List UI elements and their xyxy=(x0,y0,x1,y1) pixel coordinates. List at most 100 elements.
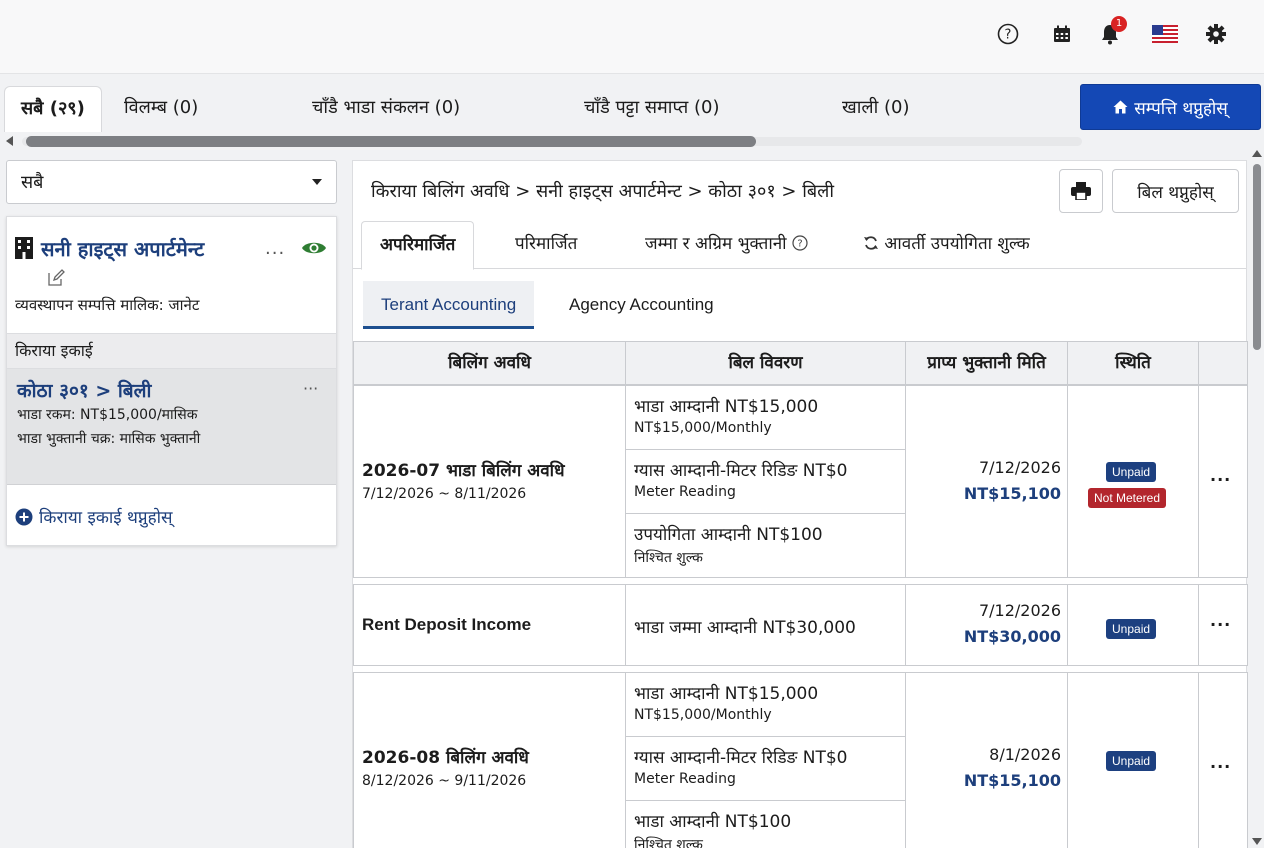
bill-item: ग्यास आम्दानी-मिटर रिडिङ NT$0 Meter Read… xyxy=(626,737,906,801)
calendar-icon[interactable] xyxy=(1048,20,1076,48)
notification-badge: 1 xyxy=(1111,16,1127,32)
bill-item-sub: NT$15,000/Monthly xyxy=(634,707,772,723)
refresh-icon xyxy=(864,236,878,250)
tab-recurring-utility[interactable]: आवर्ती उपयोगिता शुल्क xyxy=(863,221,1030,269)
unit-more-icon[interactable]: ··· xyxy=(303,379,318,398)
bill-item-main: भाडा आम्दानी NT$100 xyxy=(634,812,792,832)
top-bar: ? 1 xyxy=(0,0,1264,74)
unit-title[interactable]: कोठा ३०१ > बिली xyxy=(17,377,151,403)
vertical-scrollbar[interactable] xyxy=(1250,150,1264,848)
tab-settled[interactable]: परिमार्जित xyxy=(515,221,577,269)
horizontal-scrollbar[interactable] xyxy=(4,134,1096,148)
scroll-left-icon[interactable] xyxy=(6,136,13,146)
period-range: 8/12/2026 ~ 9/11/2026 xyxy=(362,773,527,789)
tab-agency-accounting[interactable]: Agency Accounting xyxy=(569,281,714,329)
bill-item-main: भाडा जम्मा आम्दानी NT$30,000 xyxy=(634,618,856,638)
bill-item: भाडा जम्मा आम्दानी NT$30,000 xyxy=(626,585,906,665)
bill-item-main: ग्यास आम्दानी-मिटर रिडिङ NT$0 xyxy=(634,748,848,768)
tab-lease-expiring[interactable]: चाँडै पट्टा समाप्त (0) xyxy=(584,86,719,132)
us-flag-icon[interactable] xyxy=(1150,20,1180,48)
table-row: 2026-07 भाडा बिलिंग अवधि 7/12/2026 ~ 8/1… xyxy=(353,385,1248,578)
due-date: 7/12/2026 xyxy=(978,601,1061,620)
rental-unit-header: किराया इकाई xyxy=(7,333,336,369)
tab-unsettled[interactable]: अपरिमार्जित xyxy=(361,221,475,270)
row-more-icon[interactable]: ··· xyxy=(1210,615,1231,634)
due-date: 7/12/2026 xyxy=(978,458,1061,477)
caret-down-icon xyxy=(312,179,322,185)
row-more-icon[interactable]: ··· xyxy=(1210,757,1231,776)
recurring-tab-label: आवर्ती उपयोगिता शुल्क xyxy=(884,234,1030,254)
building-icon xyxy=(15,237,33,259)
tab-tenant-accounting[interactable]: Terant Accounting xyxy=(363,281,535,329)
bill-item-sub: NT$15,000/Monthly xyxy=(634,420,772,436)
tab-vacant[interactable]: खाली (0) xyxy=(842,86,909,132)
col-status: स्थिति xyxy=(1068,342,1199,384)
due-date: 8/1/2026 xyxy=(989,745,1061,764)
bell-icon[interactable]: 1 xyxy=(1096,16,1127,48)
col-billing-period: बिलिंग अवधि xyxy=(354,342,626,384)
property-filter-select[interactable]: सबै xyxy=(6,160,337,204)
billing-panel: किराया बिलिंग अवधि > सनी हाइट्स अपार्टमे… xyxy=(352,160,1248,848)
print-button[interactable] xyxy=(1059,169,1103,213)
add-property-button[interactable]: सम्पत्ति थप्नुहोस् xyxy=(1080,84,1261,130)
edit-icon[interactable] xyxy=(47,269,65,287)
bill-item: ग्यास आम्दानी-मिटर रिडिङ NT$0 Meter Read… xyxy=(626,450,906,514)
status-badge-unpaid: Unpaid xyxy=(1106,619,1157,639)
property-name[interactable]: सनी हाइट्स अपार्टमेन्ट xyxy=(41,235,204,262)
scroll-thumb[interactable] xyxy=(1253,164,1261,350)
tab-rent-due-soon[interactable]: चाँडै भाडा संकलन (0) xyxy=(312,86,460,132)
property-card: सनी हाइट्स अपार्टमेन्ट ··· व्यवस्थापन सम… xyxy=(6,216,337,546)
due-amount: NT$15,100 xyxy=(963,771,1061,790)
table-header: बिलिंग अवधि बिल विवरण प्राप्य भुक्तानी म… xyxy=(353,341,1248,385)
bill-tabs: अपरिमार्जित परिमार्जित जम्मा र अग्रिम भु… xyxy=(353,221,1246,270)
period-title: 2026-07 भाडा बिलिंग अवधि xyxy=(362,461,565,481)
info-icon[interactable]: ? xyxy=(792,235,808,251)
tab-all[interactable]: सबै (२९) xyxy=(4,86,102,132)
bill-item-main: उपयोगिता आम्दानी NT$100 xyxy=(634,525,823,545)
gear-icon[interactable] xyxy=(1202,20,1230,48)
scroll-up-icon[interactable] xyxy=(1252,150,1262,157)
svg-text:?: ? xyxy=(1005,28,1012,43)
bill-item-main: भाडा आम्दानी NT$15,000 xyxy=(634,397,819,417)
bill-item-main: भाडा आम्दानी NT$15,000 xyxy=(634,684,819,704)
due-amount: NT$30,000 xyxy=(963,627,1061,646)
add-rental-unit-button[interactable]: किराया इकाई थप्नुहोस् xyxy=(15,505,173,528)
period-title: 2026-08 बिलिंग अवधि xyxy=(362,748,529,768)
due-cell xyxy=(906,585,1068,665)
add-unit-label: किराया इकाई थप्नुहोस् xyxy=(39,508,173,528)
scroll-down-icon[interactable] xyxy=(1252,838,1262,845)
home-icon xyxy=(1113,100,1128,114)
deposit-tab-label: जम्मा र अग्रिम भुक्तानी xyxy=(645,234,787,254)
table-row: Rent Deposit Income भाडा जम्मा आम्दानी N… xyxy=(353,584,1248,666)
bill-item: भाडा आम्दानी NT$100 निश्चित शुल्क xyxy=(626,801,906,848)
bill-item: भाडा आम्दानी NT$15,000 NT$15,000/Monthly xyxy=(626,386,906,450)
svg-text:?: ? xyxy=(797,239,802,250)
help-icon[interactable]: ? xyxy=(994,20,1022,48)
due-amount: NT$15,100 xyxy=(963,484,1061,503)
plus-circle-icon xyxy=(15,508,33,525)
add-bill-button[interactable]: बिल थप्नुहोस् xyxy=(1112,169,1239,213)
tab-overdue[interactable]: विलम्ब (0) xyxy=(124,86,198,132)
status-badge-unpaid: Unpaid xyxy=(1106,462,1157,482)
property-more-icon[interactable]: ··· xyxy=(265,243,285,264)
row-more-icon[interactable]: ··· xyxy=(1210,470,1231,489)
status-badge-not-metered: Not Metered xyxy=(1088,488,1167,508)
bill-item-sub: निश्चित शुल्क xyxy=(634,550,703,566)
bill-item-sub: Meter Reading xyxy=(634,771,736,787)
scroll-thumb[interactable] xyxy=(26,136,756,147)
unit-rent: भाडा रकम: NT$15,000/मासिक xyxy=(17,407,198,423)
status-tabs: सबै (२९) विलम्ब (0) चाँडै भाडा संकलन (0)… xyxy=(0,84,1264,132)
add-property-label: सम्पत्ति थप्नुहोस् xyxy=(1134,98,1228,119)
bill-item-main: ग्यास आम्दानी-मिटर रिडिङ NT$0 xyxy=(634,461,848,481)
rental-unit-item[interactable]: कोठा ३०१ > बिली ··· भाडा रकम: NT$15,000/… xyxy=(7,369,336,485)
tab-deposit-prepayment[interactable]: जम्मा र अग्रिम भुक्तानी ? xyxy=(645,221,808,269)
bill-item-sub: निश्चित शुल्क xyxy=(634,837,703,848)
bill-item-sub: Meter Reading xyxy=(634,484,736,500)
period-cell xyxy=(354,386,626,577)
property-owner: व्यवस्थापन सम्पत्ति मालिक: जानेट xyxy=(15,296,200,314)
bill-item: भाडा आम्दानी NT$15,000 NT$15,000/Monthly xyxy=(626,673,906,737)
table-row: 2026-08 बिलिंग अवधि 8/12/2026 ~ 9/11/202… xyxy=(353,672,1248,848)
bill-item: उपयोगिता आम्दानी NT$100 निश्चित शुल्क xyxy=(626,514,906,577)
unit-cycle: भाडा भुक्तानी चक्र: मासिक भुक्तानी xyxy=(17,431,201,447)
eye-icon[interactable] xyxy=(301,239,327,257)
